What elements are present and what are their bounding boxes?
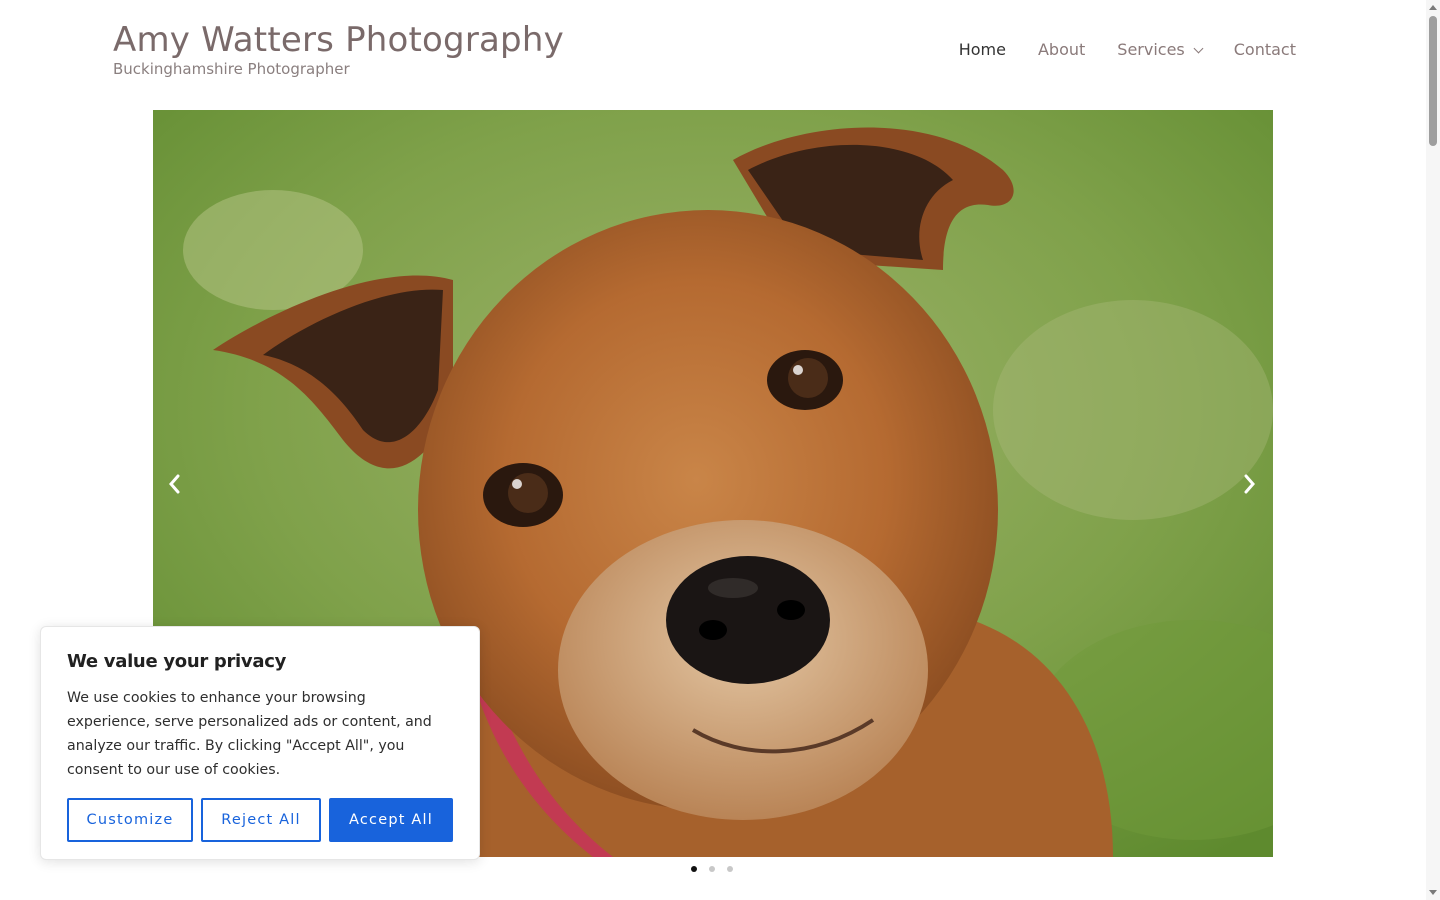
slider-prev-button[interactable]: [164, 470, 186, 498]
slider-dot-2[interactable]: [709, 866, 715, 872]
site-tagline: Buckinghamshire Photographer: [113, 60, 350, 78]
nav-item-contact[interactable]: Contact: [1234, 40, 1296, 59]
scroll-up-arrow-icon[interactable]: [1429, 5, 1437, 10]
nav-label: Services: [1117, 40, 1185, 59]
slider-dot-1[interactable]: [691, 866, 697, 872]
cookie-actions: Customize Reject All Accept All: [67, 798, 453, 842]
nav-label: Contact: [1233, 40, 1296, 59]
cookie-description: We use cookies to enhance your browsing …: [67, 690, 432, 778]
chevron-left-icon: [169, 474, 180, 494]
scroll-down-arrow-icon[interactable]: [1429, 890, 1437, 895]
nav-item-home[interactable]: Home: [959, 40, 1006, 59]
nav-label: Home: [958, 40, 1006, 59]
customize-button[interactable]: Customize: [67, 798, 193, 842]
slider-next-button[interactable]: [1238, 470, 1260, 498]
nav-item-about[interactable]: About: [1038, 40, 1085, 59]
cookie-consent-banner: We value your privacy We use cookies to …: [40, 626, 480, 860]
site-header: Amy Watters Photography Buckinghamshire …: [0, 0, 1426, 100]
scroll-thumb[interactable]: [1429, 16, 1437, 146]
chevron-right-icon: [1244, 474, 1255, 494]
cookie-title: We value your privacy: [67, 651, 286, 672]
main-navigation: Home About Services Contact: [927, 40, 1296, 59]
nav-label: About: [1037, 40, 1086, 59]
page-scrollbar[interactable]: [1426, 0, 1440, 900]
slider-pagination: [691, 866, 745, 872]
accept-all-button[interactable]: Accept All: [329, 798, 453, 842]
site-title[interactable]: Amy Watters Photography: [113, 20, 564, 60]
slider-dot-3[interactable]: [727, 866, 733, 872]
reject-all-button[interactable]: Reject All: [201, 798, 321, 842]
chevron-down-icon[interactable]: [1193, 43, 1204, 53]
nav-item-services[interactable]: Services: [1117, 40, 1204, 59]
